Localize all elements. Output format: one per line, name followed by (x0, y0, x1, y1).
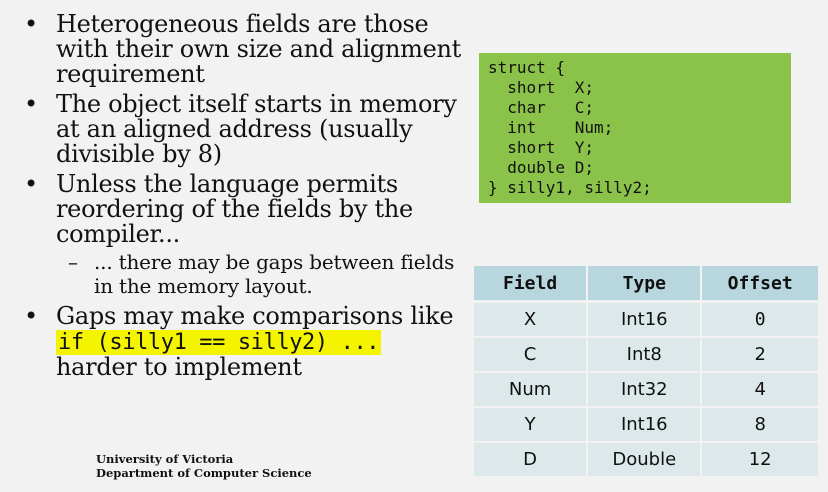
column-header-type: Type (588, 266, 701, 303)
highlighted-code: if (silly1 == silly2) ... (56, 330, 382, 355)
bullet-dot-icon: • (24, 170, 38, 198)
bullet-list: • Heterogeneous fields are those with th… (22, 12, 462, 385)
struct-code-block: struct { short X; char C; int Num; short… (479, 53, 791, 203)
type-cell: Int8 (588, 338, 701, 373)
field-cell: Num (474, 373, 587, 408)
offset-cell: 12 (702, 443, 818, 478)
footer-department: Department of Computer Science (96, 466, 312, 480)
table-row: D Double 12 (474, 443, 818, 478)
bullet-dot-icon: • (24, 90, 38, 118)
field-offset-table: Field Type Offset X Int16 0 C Int8 2 Num… (472, 266, 820, 478)
bullet-text: Unless the language permits reordering o… (56, 170, 413, 248)
column-header-field: Field (474, 266, 587, 303)
table-row: Num Int32 4 (474, 373, 818, 408)
offset-cell: 2 (702, 338, 818, 373)
column-header-offset: Offset (702, 266, 818, 303)
field-cell: Y (474, 408, 587, 443)
table-header-row: Field Type Offset (474, 266, 818, 303)
field-cell: X (474, 303, 587, 338)
type-cell: Int32 (588, 373, 701, 408)
dash-icon: – (68, 250, 78, 274)
field-cell: C (474, 338, 587, 373)
offset-cell: 0 (702, 303, 818, 338)
sub-bullet-text: ... there may be gaps between fields in … (94, 250, 455, 298)
field-cell: D (474, 443, 587, 478)
type-cell: Double (588, 443, 701, 478)
table-row: C Int8 2 (474, 338, 818, 373)
bullet-text-after: harder to implement (56, 353, 302, 381)
offset-cell: 8 (702, 408, 818, 443)
footer-university: University of Victoria (96, 452, 234, 466)
bullet-item: • Heterogeneous fields are those with th… (22, 12, 462, 87)
sub-bullet-item: – ... there may be gaps between fields i… (22, 250, 462, 298)
type-cell: Int16 (588, 303, 701, 338)
bullet-text: Heterogeneous fields are those with thei… (56, 10, 461, 88)
footer: University of Victoria Department of Com… (96, 452, 312, 480)
table-row: Y Int16 8 (474, 408, 818, 443)
offset-cell: 4 (702, 373, 818, 408)
bullet-text: The object itself starts in memory at an… (56, 90, 457, 168)
bullet-item: • Unless the language permits reordering… (22, 172, 462, 247)
bullet-item: • Gaps may make comparisons like if (sil… (22, 304, 462, 380)
type-cell: Int16 (588, 408, 701, 443)
bullet-item: • The object itself starts in memory at … (22, 92, 462, 167)
table-row: X Int16 0 (474, 303, 818, 338)
bullet-dot-icon: • (24, 10, 38, 38)
bullet-text-before: Gaps may make comparisons like (56, 302, 454, 330)
bullet-dot-icon: • (24, 302, 38, 330)
